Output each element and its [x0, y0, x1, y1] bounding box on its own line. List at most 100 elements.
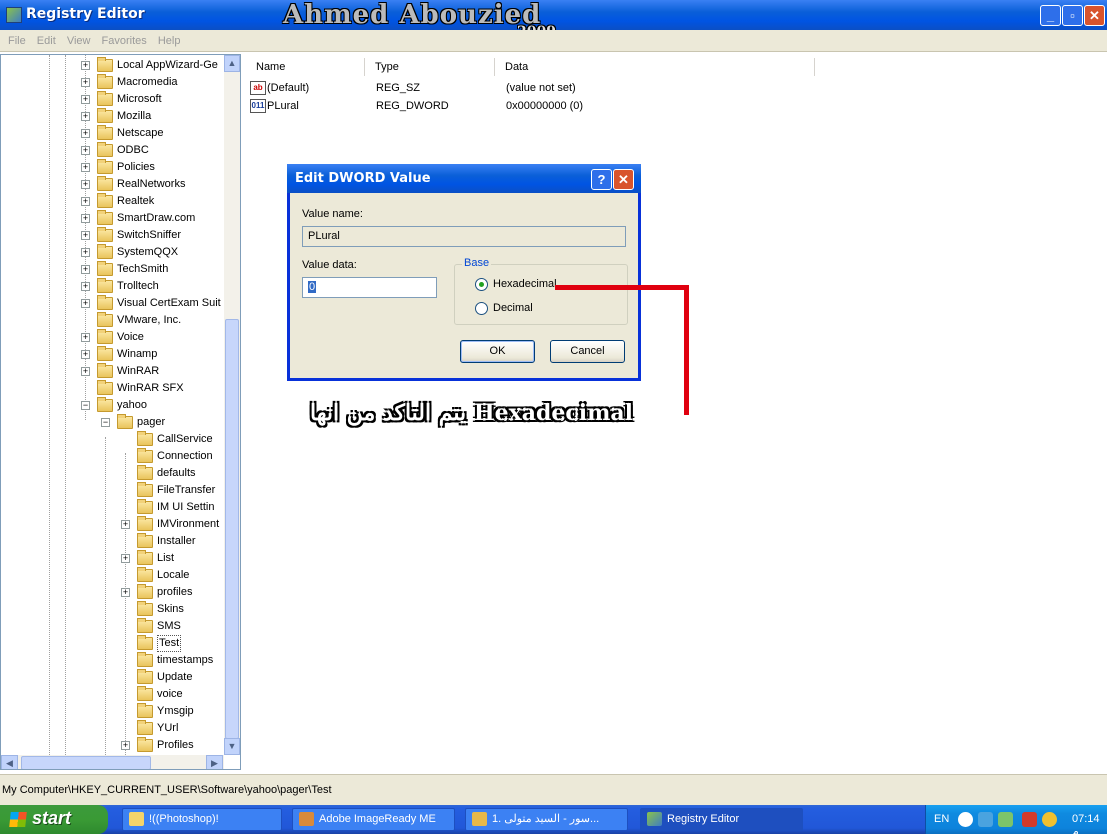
tree-item[interactable]: Skins: [1, 601, 223, 618]
tree-item[interactable]: Ymsgip: [1, 703, 223, 720]
expand-icon[interactable]: +: [81, 163, 90, 172]
minimize-button[interactable]: _: [1040, 5, 1061, 26]
expand-icon[interactable]: +: [81, 231, 90, 240]
expand-icon[interactable]: +: [81, 214, 90, 223]
tree-item[interactable]: + Realtek: [1, 193, 223, 210]
antivirus-icon[interactable]: [1022, 812, 1037, 827]
start-button[interactable]: start: [0, 805, 108, 834]
tree-item[interactable]: Installer: [1, 533, 223, 550]
scroll-thumb[interactable]: [225, 319, 239, 739]
tree-item[interactable]: VMware, Inc.: [1, 312, 223, 329]
expand-icon[interactable]: +: [81, 367, 90, 376]
tree-item[interactable]: SMS: [1, 618, 223, 635]
column-header-data[interactable]: Data: [495, 58, 815, 76]
menu-help[interactable]: Help: [158, 30, 181, 52]
tree-item[interactable]: + Voice: [1, 329, 223, 346]
column-header-name[interactable]: Name: [246, 58, 365, 76]
tree-item[interactable]: defaults: [1, 465, 223, 482]
scroll-right-icon[interactable]: ▶: [206, 755, 223, 769]
scroll-up-icon[interactable]: ▲: [224, 55, 240, 72]
expand-icon[interactable]: +: [81, 299, 90, 308]
menu-file[interactable]: File: [8, 30, 26, 52]
value-row[interactable]: ab (Default) REG_SZ (value not set): [246, 79, 746, 97]
tree-item[interactable]: WinRAR SFX: [1, 380, 223, 397]
tree-item[interactable]: IM UI Settin: [1, 499, 223, 516]
tree-item[interactable]: + Trolltech: [1, 278, 223, 295]
tree-item[interactable]: + Microsoft: [1, 91, 223, 108]
tree-item[interactable]: + profiles: [1, 584, 223, 601]
decimal-radio[interactable]: [475, 302, 488, 315]
tree-item[interactable]: + Policies: [1, 159, 223, 176]
decimal-label[interactable]: Decimal: [493, 302, 533, 314]
expand-icon[interactable]: +: [81, 282, 90, 291]
taskbar-item-media[interactable]: 1. سور - السيد متولى...: [465, 808, 628, 831]
network-icon[interactable]: [978, 812, 993, 827]
ok-button[interactable]: OK: [460, 340, 535, 363]
tree-item[interactable]: + Macromedia: [1, 74, 223, 91]
column-header-type[interactable]: Type: [365, 58, 495, 76]
tree-item[interactable]: Update: [1, 669, 223, 686]
expand-icon[interactable]: +: [81, 61, 90, 70]
tree-item[interactable]: + Profiles: [1, 737, 223, 754]
help-button[interactable]: ?: [591, 169, 612, 190]
collapse-icon[interactable]: −: [81, 401, 90, 410]
cancel-button[interactable]: Cancel: [550, 340, 625, 363]
taskbar-item-registry-editor[interactable]: Registry Editor: [640, 808, 803, 831]
scroll-thumb[interactable]: [21, 756, 151, 769]
menu-view[interactable]: View: [67, 30, 91, 52]
scroll-left-icon[interactable]: ◀: [1, 755, 18, 769]
value-row[interactable]: 011 PLural REG_DWORD 0x00000000 (0): [246, 97, 746, 115]
tree-item[interactable]: + ODBC: [1, 142, 223, 159]
expand-icon[interactable]: +: [121, 588, 130, 597]
tree-item[interactable]: voice: [1, 686, 223, 703]
menu-favorites[interactable]: Favorites: [102, 30, 147, 52]
expand-icon[interactable]: +: [81, 78, 90, 87]
value-name-field[interactable]: PLural: [302, 226, 626, 247]
tree-item[interactable]: + Local AppWizard-Ge: [1, 57, 223, 74]
tree-item[interactable]: + Visual CertExam Suit: [1, 295, 223, 312]
expand-icon[interactable]: +: [81, 350, 90, 359]
messenger-icon[interactable]: [998, 812, 1013, 827]
expand-icon[interactable]: +: [81, 129, 90, 138]
tree-item[interactable]: + Netscape: [1, 125, 223, 142]
language-indicator[interactable]: EN: [934, 813, 949, 825]
expand-icon[interactable]: +: [81, 333, 90, 342]
tree-vertical-scrollbar[interactable]: ▲ ▼: [224, 55, 240, 755]
taskbar-item-photoshop[interactable]: !((Photoshop)!: [122, 808, 282, 831]
tree-item[interactable]: YUrl: [1, 720, 223, 737]
tree-item[interactable]: + IMVironment: [1, 516, 223, 533]
menu-edit[interactable]: Edit: [37, 30, 56, 52]
expand-icon[interactable]: +: [81, 146, 90, 155]
tree-item[interactable]: + WinRAR: [1, 363, 223, 380]
maximize-button[interactable]: ▫: [1062, 5, 1083, 26]
collapse-icon[interactable]: −: [101, 418, 110, 427]
tray-app-icon[interactable]: [1042, 812, 1057, 827]
close-button[interactable]: ✕: [1084, 5, 1105, 26]
show-hidden-icons-icon[interactable]: [958, 812, 973, 827]
tree-item[interactable]: + TechSmith: [1, 261, 223, 278]
tree-item[interactable]: + List: [1, 550, 223, 567]
hexadecimal-radio[interactable]: [475, 278, 488, 291]
scroll-down-icon[interactable]: ▼: [224, 738, 240, 755]
expand-icon[interactable]: +: [81, 265, 90, 274]
dialog-close-button[interactable]: ✕: [613, 169, 634, 190]
expand-icon[interactable]: +: [81, 95, 90, 104]
tree-item[interactable]: + SwitchSniffer: [1, 227, 223, 244]
expand-icon[interactable]: +: [81, 180, 90, 189]
tree-item[interactable]: FileTransfer: [1, 482, 223, 499]
tree-item[interactable]: + Mozilla: [1, 108, 223, 125]
value-data-field[interactable]: 0: [302, 277, 437, 298]
tree-item[interactable]: CallService: [1, 431, 223, 448]
tree-horizontal-scrollbar[interactable]: ◀ ▶: [1, 755, 224, 769]
tree-item[interactable]: Connection: [1, 448, 223, 465]
tree-item[interactable]: − pager: [1, 414, 223, 431]
expand-icon[interactable]: +: [81, 112, 90, 121]
tree-item[interactable]: timestamps: [1, 652, 223, 669]
tree-item[interactable]: − yahoo: [1, 397, 223, 414]
tree-item[interactable]: + SystemQQX: [1, 244, 223, 261]
expand-icon[interactable]: +: [81, 197, 90, 206]
expand-icon[interactable]: +: [81, 248, 90, 257]
expand-icon[interactable]: +: [121, 520, 130, 529]
tree-item[interactable]: Test: [1, 635, 223, 652]
taskbar-item-imageready[interactable]: Adobe ImageReady ME: [292, 808, 455, 831]
